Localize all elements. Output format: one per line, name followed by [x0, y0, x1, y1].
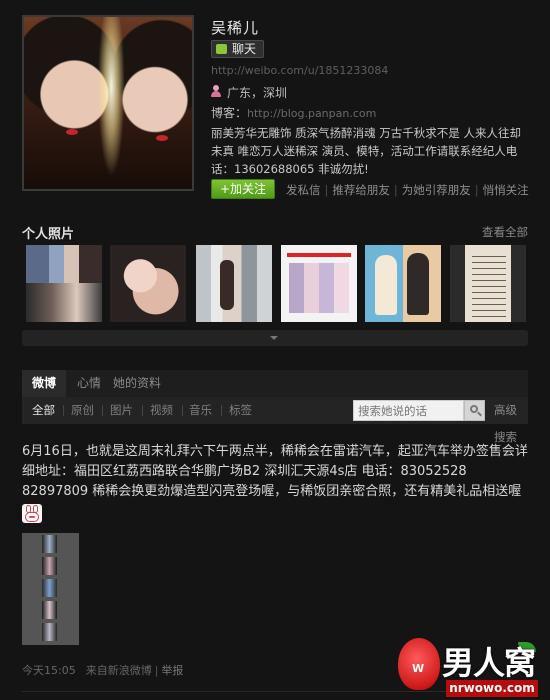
watermark-url: nrwowo.com	[446, 680, 538, 697]
report-link[interactable]: 举报	[161, 664, 183, 677]
weibo-url-link[interactable]: http://weibo.com/u/1851233084	[211, 64, 388, 77]
filter-tags[interactable]: 标签	[229, 397, 252, 424]
image-frame	[42, 601, 57, 619]
location: 广东，深圳	[211, 84, 287, 101]
filter-all[interactable]: 全部	[32, 397, 55, 424]
filter-divider	[221, 405, 222, 416]
tab-weibo[interactable]: 微博	[22, 370, 66, 397]
blog-label: 博客：	[211, 106, 248, 120]
filter-bar: 全部 原创 图片 视频 音乐 标签 高级搜索	[22, 397, 528, 444]
filter-images[interactable]: 图片	[110, 397, 133, 424]
filter-divider	[182, 405, 183, 416]
location-text: 广东，深圳	[227, 86, 288, 100]
bunny-emoticon-icon	[22, 504, 42, 523]
avatar-detail	[156, 135, 168, 141]
photo-thumbnail[interactable]	[196, 245, 272, 322]
site-watermark-logo: W 男人窝 nrwowo.com	[398, 636, 543, 698]
image-frame	[42, 579, 57, 597]
blog-row: 博客：http://blog.panpan.com	[211, 104, 376, 121]
tab-mood[interactable]: 心情	[74, 370, 104, 397]
image-frame	[42, 535, 57, 553]
female-user-icon	[211, 85, 221, 97]
action-divider: |	[393, 183, 398, 197]
profile-name: 吴稀儿	[211, 19, 260, 37]
recommend-link[interactable]: 推荐给朋友	[332, 183, 390, 197]
search-input[interactable]	[353, 400, 464, 421]
search-button[interactable]	[464, 400, 485, 421]
avatar-detail	[66, 129, 78, 135]
chat-icon	[216, 44, 227, 54]
tab-profile-info[interactable]: 她的资料	[112, 370, 162, 397]
chat-button[interactable]: 聊天	[211, 40, 265, 58]
filter-video[interactable]: 视频	[150, 397, 173, 424]
profile-avatar[interactable]	[22, 15, 194, 191]
photo-thumbnail[interactable]	[110, 245, 186, 322]
chat-label: 聊天	[232, 42, 257, 56]
photos-expand-bar[interactable]	[22, 330, 528, 346]
filter-divider	[63, 405, 64, 416]
post-time[interactable]: 今天15:05	[22, 664, 76, 677]
profile-bio: 丽美芳华无雕饰 质深气扬醉消魂 万古千秋求不是 人来人往却未真 唯恋万人迷稀深 …	[211, 126, 521, 176]
post-text: 6月16日，也就是这周末礼拜六下午两点半，稀稀会在雷诺汽车，起亚汽车举办签售会详…	[22, 444, 528, 499]
follow-button[interactable]: +加关注	[211, 179, 275, 199]
watermark-letter: W	[412, 662, 425, 675]
photo-thumbnail[interactable]	[365, 245, 441, 322]
filter-divider	[102, 405, 103, 416]
watermark-brand: 男人窝	[442, 644, 536, 682]
chevron-down-icon	[270, 336, 278, 340]
blog-link[interactable]: http://blog.panpan.com	[247, 107, 376, 120]
search-icon-handle	[477, 411, 482, 417]
profile-actions: 发私信 | 推荐给朋友 | 为她引荐朋友 | 悄悄关注	[286, 182, 529, 198]
photos-title: 个人照片	[22, 227, 75, 242]
send-message-link[interactable]: 发私信	[286, 183, 321, 197]
filter-original[interactable]: 原创	[71, 397, 94, 424]
filter-divider	[142, 405, 143, 416]
filter-music[interactable]: 音乐	[189, 397, 212, 424]
photo-thumbnail[interactable]	[26, 245, 102, 322]
action-divider: |	[474, 183, 479, 197]
meta-divider: |	[154, 664, 159, 677]
introduce-friend-link[interactable]: 为她引荐朋友	[402, 183, 471, 197]
post-meta: 今天15:05 来自新浪微博 | 举报	[22, 662, 183, 678]
image-frame	[42, 623, 57, 641]
post-source[interactable]: 来自新浪微博	[86, 664, 152, 677]
post-image[interactable]	[22, 533, 79, 645]
photo-thumbnail[interactable]	[281, 245, 357, 322]
action-divider: |	[324, 183, 329, 197]
emoticon-face	[25, 512, 39, 522]
image-frame	[42, 557, 57, 575]
quiet-follow-link[interactable]: 悄悄关注	[483, 183, 529, 197]
photo-thumbnail[interactable]	[450, 245, 526, 322]
profile-tabs: 微博 心情 她的资料	[22, 370, 528, 397]
photos-view-all-link[interactable]: 查看全部	[482, 224, 528, 240]
